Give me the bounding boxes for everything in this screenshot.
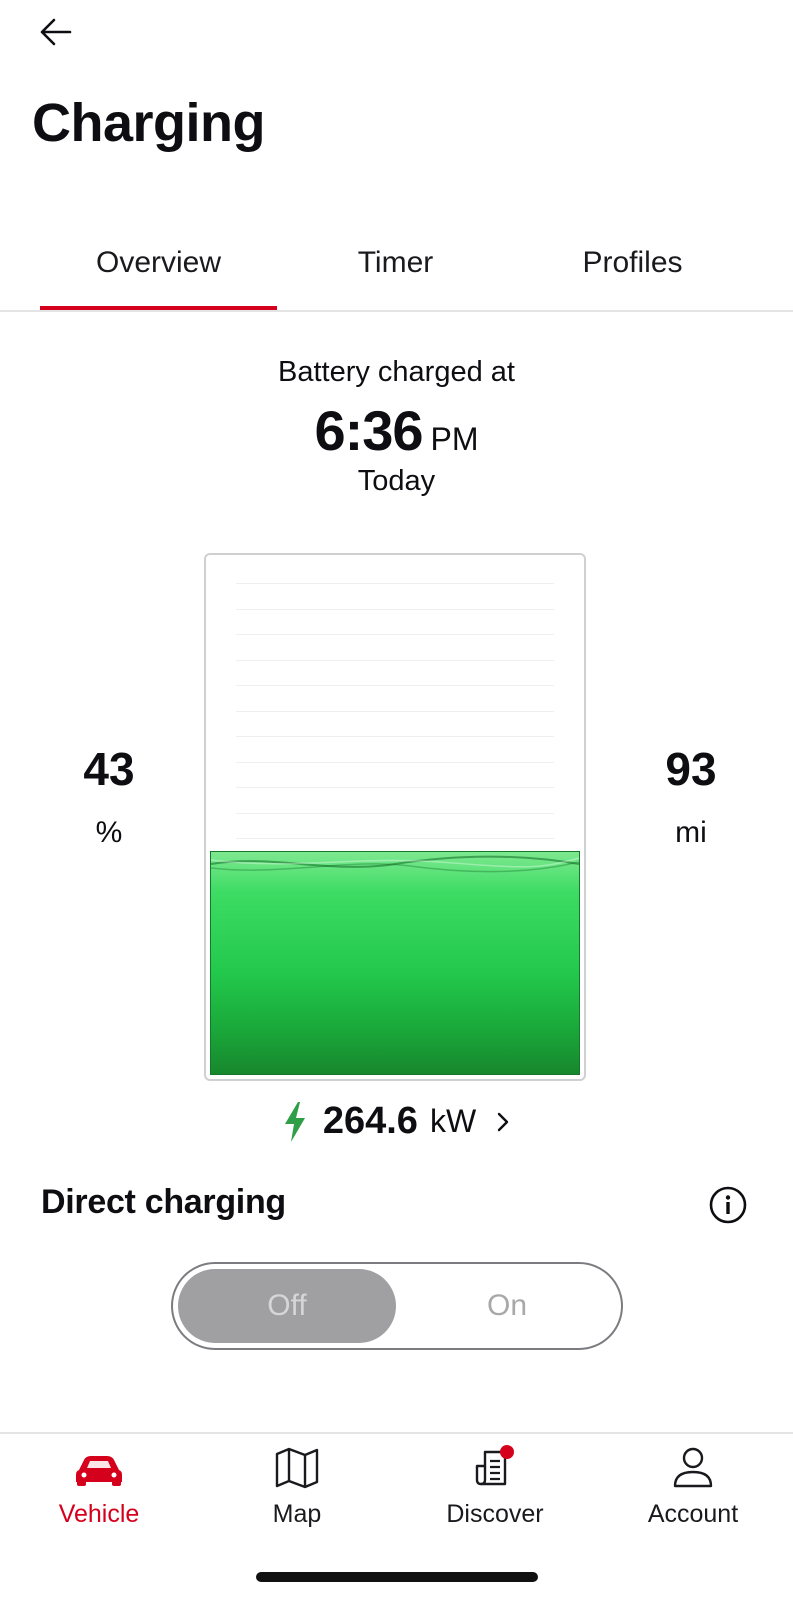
bottom-nav-divider [0, 1432, 793, 1434]
battery-grid-line [236, 838, 554, 839]
charged-at-label: Battery charged at [278, 356, 515, 388]
page-title: Charging [32, 93, 266, 153]
battery-fill [210, 851, 580, 1075]
tab-bar: Overview Timer Profiles [0, 238, 793, 314]
map-icon [275, 1447, 319, 1489]
battery-gauge [204, 553, 586, 1081]
battery-grid-line [236, 761, 554, 763]
tab-overview[interactable]: Overview [40, 238, 277, 310]
tab-divider [0, 310, 793, 312]
charged-time-value: 6:36 [314, 399, 423, 462]
person-icon [673, 1447, 713, 1488]
battery-grid-line [236, 710, 554, 712]
charged-day: Today [357, 465, 436, 497]
charging-power-row[interactable]: 264.6 kW [0, 1100, 793, 1146]
news-icon [475, 1445, 514, 1486]
nav-discover-label: Discover [446, 1500, 544, 1528]
arrow-left-icon [40, 18, 72, 46]
battery-grid-line [236, 583, 554, 584]
toggle-off-option[interactable]: Off [178, 1269, 396, 1343]
charged-time: 6:36 PM [0, 398, 793, 463]
battery-grid-line [236, 787, 554, 788]
range-unit: mi [675, 816, 707, 849]
home-indicator [256, 1572, 538, 1582]
lightning-bolt-icon [284, 1101, 305, 1142]
battery-grid-line [236, 608, 554, 610]
battery-grid-line [236, 685, 554, 686]
chevron-right-icon [497, 1112, 509, 1131]
nav-vehicle-label: Vehicle [58, 1500, 140, 1528]
charging-power-unit: kW [429, 1103, 477, 1139]
charging-power-value: 264.6 [322, 1100, 418, 1142]
nav-account-label: Account [647, 1500, 739, 1528]
battery-grid-line [236, 659, 554, 661]
tab-profiles[interactable]: Profiles [514, 238, 751, 310]
battery-grid-line [236, 736, 554, 737]
info-button[interactable] [708, 1185, 748, 1225]
notification-badge [500, 1445, 514, 1459]
charged-time-ampm: PM [430, 421, 479, 457]
nav-vehicle[interactable]: Vehicle [0, 1436, 198, 1546]
direct-charging-toggle: Off On [171, 1262, 623, 1350]
direct-charging-title: Direct charging [41, 1183, 286, 1221]
battery-grid-line [236, 634, 554, 635]
toggle-on-option[interactable]: On [398, 1269, 616, 1343]
battery-grid-line [236, 812, 554, 814]
range-value: 93 [665, 743, 717, 795]
battery-wave [211, 855, 579, 873]
nav-account[interactable]: Account [594, 1436, 792, 1546]
info-icon [709, 1186, 747, 1224]
battery-percent-value: 43 [83, 743, 135, 795]
back-button[interactable] [34, 12, 78, 52]
tab-timer[interactable]: Timer [277, 238, 514, 310]
car-icon [76, 1456, 122, 1486]
nav-discover[interactable]: Discover [396, 1436, 594, 1546]
nav-map-label: Map [272, 1500, 322, 1528]
battery-percent-unit: % [95, 816, 123, 849]
nav-map[interactable]: Map [198, 1436, 396, 1546]
